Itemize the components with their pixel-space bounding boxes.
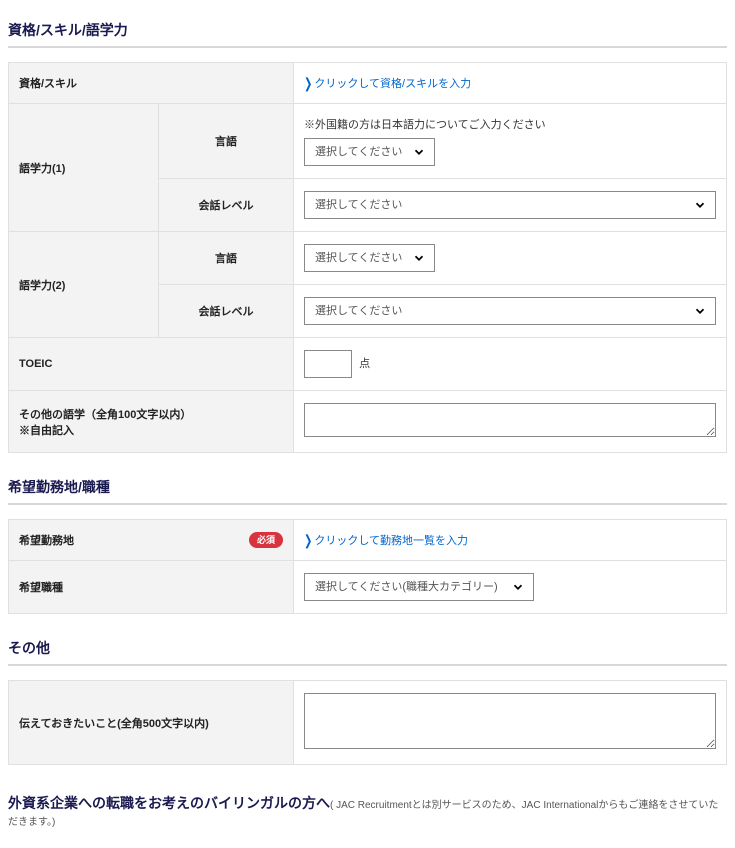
label-lang2-level: 会話レベル (159, 285, 294, 338)
link-enter-qualifications-text: クリックして資格/スキルを入力 (314, 78, 471, 90)
link-enter-location-text: クリックして勤務地一覧を入力 (314, 535, 468, 547)
select-lang1-level[interactable]: 選択してください (304, 191, 716, 219)
chevron-down-icon (412, 251, 426, 265)
cell-message (294, 681, 727, 765)
unit-toeic: 点 (359, 358, 370, 370)
note-foreign-nationality: ※外国籍の方は日本語力についてご入力ください (304, 116, 716, 132)
link-enter-qualifications[interactable]: ❯クリックして資格/スキルを入力 (304, 78, 471, 90)
required-badge: 必須 (249, 532, 283, 548)
workplace-table: 希望勤務地 必須 ❯クリックして勤務地一覧を入力 希望職種 選択してください(職… (8, 519, 727, 614)
label-desired-location: 希望勤務地 必須 (9, 520, 294, 561)
footer-lead: 外資系企業への転職をお考えのバイリンガルの方へ (8, 795, 330, 811)
cell-lang2-level: 選択してください (294, 285, 727, 338)
select-lang2-level[interactable]: 選択してください (304, 297, 716, 325)
textarea-other-language[interactable] (304, 403, 716, 437)
chevron-down-icon (511, 580, 525, 594)
label-qualifications: 資格/スキル (9, 63, 294, 104)
skills-table: 資格/スキル ❯クリックして資格/スキルを入力 語学力(1) 言語 ※外国籍の方… (8, 62, 727, 453)
caret-icon: ❯ (304, 534, 312, 549)
cell-desired-jobtype: 選択してください(職種大カテゴリー) (294, 561, 727, 614)
select-lang2-language[interactable]: 選択してください (304, 244, 435, 272)
select-desired-jobtype[interactable]: 選択してください(職種大カテゴリー) (304, 573, 534, 601)
cell-other-language (294, 391, 727, 453)
textarea-message[interactable] (304, 693, 716, 749)
chevron-down-icon (412, 145, 426, 159)
label-lang2-language: 言語 (159, 232, 294, 285)
cell-qualifications-input: ❯クリックして資格/スキルを入力 (294, 63, 727, 104)
label-message: 伝えておきたいこと(全角500文字以内) (9, 681, 294, 765)
select-desired-jobtype-text: 選択してください(職種大カテゴリー) (315, 581, 498, 593)
chevron-down-icon (693, 198, 707, 212)
chevron-down-icon (693, 304, 707, 318)
label-lang1-level: 会話レベル (159, 179, 294, 232)
label-desired-jobtype: 希望職種 (9, 561, 294, 614)
label-other-language: その他の語学（全角100文字以内） ※自由記入 (9, 391, 294, 453)
input-toeic-score[interactable] (304, 350, 352, 378)
cell-lang2-language: 選択してください (294, 232, 727, 285)
section-title-workplace: 希望勤務地/職種 (8, 473, 727, 505)
label-lang2: 語学力(2) (9, 232, 159, 338)
select-lang1-level-text: 選択してください (315, 199, 402, 211)
footer-bilingual-note: 外資系企業への転職をお考えのバイリンガルの方へ( JAC Recruitment… (8, 793, 727, 828)
cell-desired-location: ❯クリックして勤務地一覧を入力 (294, 520, 727, 561)
caret-icon: ❯ (304, 77, 312, 92)
section-title-other: その他 (8, 634, 727, 666)
label-desired-location-text: 希望勤務地 (19, 532, 74, 548)
link-enter-location[interactable]: ❯クリックして勤務地一覧を入力 (304, 535, 468, 547)
label-lang1: 語学力(1) (9, 104, 159, 232)
select-lang2-level-text: 選択してください (315, 305, 402, 317)
other-table: 伝えておきたいこと(全角500文字以内) (8, 680, 727, 765)
select-lang2-language-text: 選択してください (315, 252, 402, 264)
section-title-skills: 資格/スキル/語学力 (8, 16, 727, 48)
label-toeic: TOEIC (9, 338, 294, 391)
cell-lang1-language: ※外国籍の方は日本語力についてご入力ください 選択してください (294, 104, 727, 179)
cell-lang1-level: 選択してください (294, 179, 727, 232)
select-lang1-language[interactable]: 選択してください (304, 138, 435, 166)
select-lang1-language-text: 選択してください (315, 146, 402, 158)
label-lang1-language: 言語 (159, 104, 294, 179)
cell-toeic: 点 (294, 338, 727, 391)
